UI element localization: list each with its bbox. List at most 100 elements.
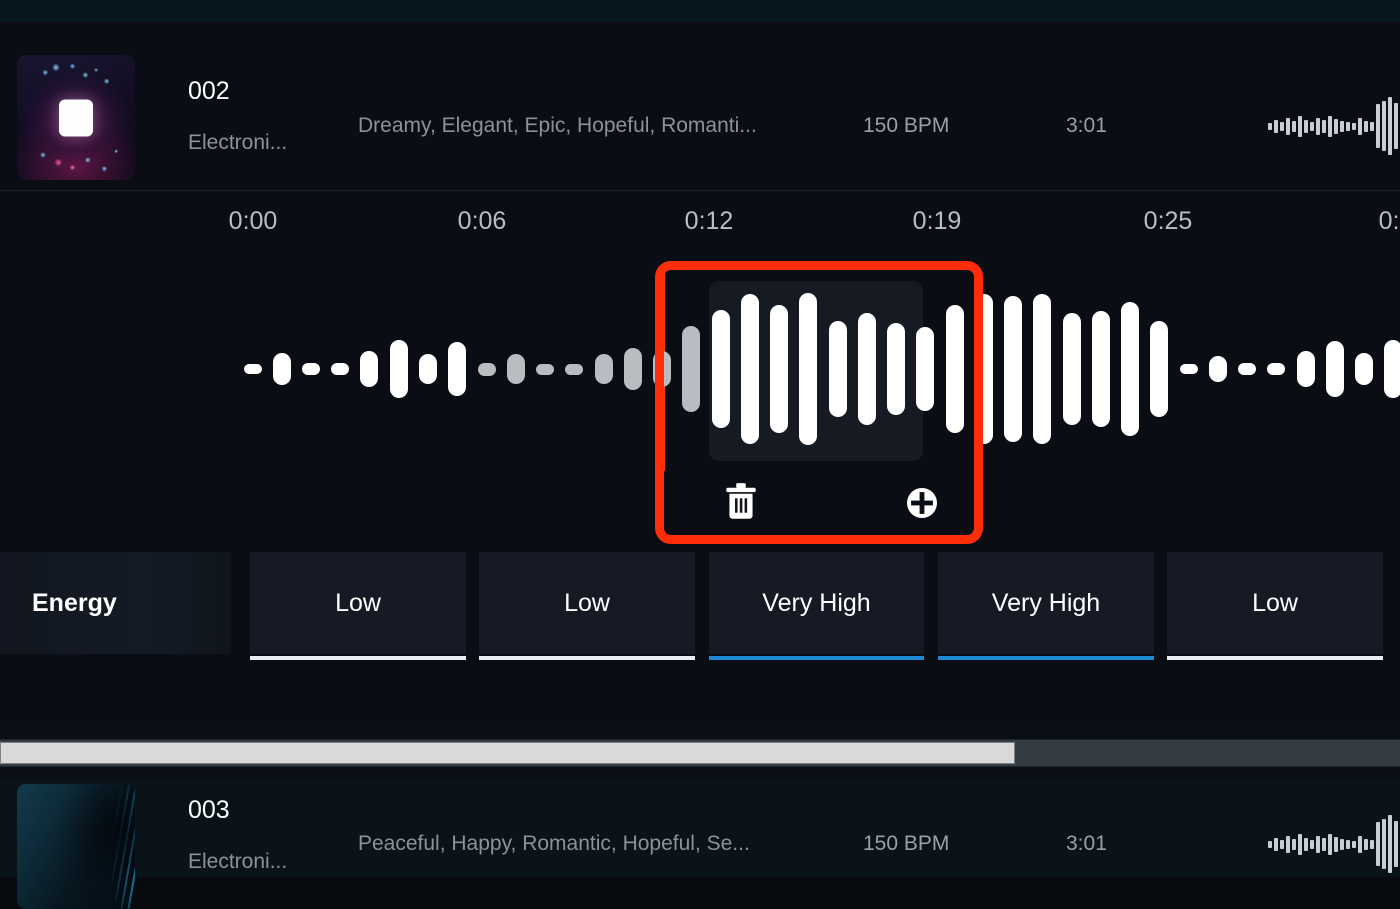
energy-cell-value: Low <box>335 588 381 617</box>
mini-waveform-bar <box>1340 120 1344 132</box>
mini-waveform-bar <box>1364 838 1368 850</box>
track-row-003[interactable]: 003 Electroni... Peaceful, Happy, Romant… <box>0 779 1400 909</box>
mini-waveform-bar <box>1346 839 1350 849</box>
waveform-bar <box>1121 302 1139 436</box>
top-strip <box>0 0 1400 22</box>
horizontal-scrollbar-track[interactable] <box>0 739 1400 767</box>
track-genre: Electroni... <box>188 131 288 154</box>
timeline-tick: 0:19 <box>912 207 962 235</box>
mini-waveform-bar <box>1328 115 1332 137</box>
timeline-tick: 0:00 <box>228 207 278 235</box>
mini-waveform-bar <box>1358 117 1362 135</box>
waveform-bar <box>1355 353 1373 385</box>
mini-waveform-bar <box>1334 118 1338 134</box>
mini-waveform-bar <box>1304 837 1308 851</box>
energy-cell[interactable]: Low <box>1167 552 1383 660</box>
waveform-bar <box>1297 351 1315 387</box>
track-moods: Peaceful, Happy, Romantic, Hopeful, Se..… <box>358 832 750 855</box>
mini-waveform-bar <box>1322 119 1326 133</box>
track-thumbnail-002[interactable] <box>17 55 135 180</box>
waveform-bar <box>1326 341 1344 397</box>
mini-waveform-bar <box>1304 119 1308 133</box>
mini-waveform-bar <box>1280 839 1284 849</box>
mini-waveform-bar <box>1370 121 1374 131</box>
mini-waveform-bar <box>1268 840 1272 848</box>
mini-waveform-bar <box>1298 115 1302 137</box>
track-row-002[interactable]: 002 Electroni... Dreamy, Elegant, Epic, … <box>0 22 1400 190</box>
delete-segment-button[interactable] <box>723 481 759 526</box>
mini-waveform-bar <box>1292 838 1296 850</box>
waveform-bar <box>302 363 320 375</box>
waveform-bar <box>478 362 496 376</box>
waveform-bar <box>1209 356 1227 382</box>
energy-cell[interactable]: Very High <box>938 552 1154 660</box>
mini-waveform-bar <box>1274 837 1278 851</box>
stop-square-icon[interactable] <box>59 99 93 136</box>
add-segment-button[interactable] <box>905 486 939 525</box>
track-bpm: 150 BPM <box>863 114 950 137</box>
energy-cell-value: Low <box>1252 588 1298 617</box>
track-duration: 3:01 <box>1066 114 1107 137</box>
mini-waveform-bar <box>1382 101 1386 151</box>
track-thumbnail-003[interactable] <box>17 784 135 909</box>
horizontal-scrollbar-thumb[interactable] <box>0 742 1015 764</box>
mini-waveform-bar <box>1322 837 1326 851</box>
mini-waveform-bar <box>1310 839 1314 849</box>
waveform-bar <box>1384 340 1400 398</box>
energy-cell-underline <box>709 656 924 660</box>
mini-waveform-bar <box>1388 97 1392 155</box>
waveform-bar <box>331 363 349 375</box>
waveform-bar <box>419 354 437 384</box>
segment-selection-box[interactable] <box>655 261 983 544</box>
energy-cell-underline <box>479 656 695 660</box>
track-bpm: 150 BPM <box>863 832 950 855</box>
waveform-bar <box>1063 313 1081 425</box>
mini-waveform-bar <box>1286 835 1290 853</box>
waveform-bar <box>390 340 408 398</box>
waveform-bar <box>1004 296 1022 442</box>
energy-row: Energy Low Low Very High Very High Low <box>0 552 1400 662</box>
mini-waveform-bar <box>1340 838 1344 850</box>
mini-waveform-bar <box>1382 819 1386 869</box>
energy-cell[interactable]: Low <box>479 552 695 660</box>
mini-waveform-bar <box>1394 103 1398 149</box>
track-mini-waveform[interactable] <box>1268 96 1400 156</box>
energy-row-label: Energy <box>0 552 231 654</box>
mini-waveform-bar <box>1286 117 1290 135</box>
timeline-tick: 0:25 <box>1143 207 1193 235</box>
energy-cell[interactable]: Low <box>250 552 466 660</box>
timeline-tick: 0:12 <box>684 207 734 235</box>
waveform-bar <box>565 363 583 375</box>
mini-waveform-bar <box>1316 835 1320 853</box>
mini-waveform-bar <box>1310 121 1314 131</box>
waveform-bar <box>595 354 613 384</box>
track-moods: Dreamy, Elegant, Epic, Hopeful, Romanti.… <box>358 114 757 137</box>
mini-waveform-bar <box>1298 833 1302 855</box>
energy-cell-value: Very High <box>762 588 871 617</box>
waveform-bar <box>1267 363 1285 375</box>
mini-waveform-bar <box>1388 815 1392 873</box>
mini-waveform-bar <box>1370 839 1374 849</box>
energy-cell-underline <box>1167 656 1383 660</box>
mini-waveform-bar <box>1268 122 1272 130</box>
waveform-bar <box>1238 363 1256 375</box>
waveform-bar <box>360 351 378 387</box>
mini-waveform-bar <box>1274 119 1278 133</box>
mini-waveform-bar <box>1352 840 1356 848</box>
energy-cell-underline <box>938 656 1154 660</box>
energy-cell[interactable]: Very High <box>709 552 924 660</box>
energy-cell-underline <box>250 656 466 660</box>
track-mini-waveform[interactable] <box>1268 814 1400 874</box>
mini-waveform-bar <box>1346 121 1350 131</box>
mini-waveform-bar <box>1316 117 1320 135</box>
mini-waveform-bar <box>1358 835 1362 853</box>
track-duration: 3:01 <box>1066 832 1107 855</box>
waveform-bar <box>244 364 262 374</box>
mini-waveform-bar <box>1376 822 1380 866</box>
waveform-bar <box>1180 364 1198 374</box>
timeline-ruler[interactable]: 0:00 0:06 0:12 0:19 0:25 0:3 <box>0 191 1400 253</box>
mini-waveform-bar <box>1376 104 1380 148</box>
timeline-tick: 0:3 <box>1378 207 1400 235</box>
energy-cell-value: Low <box>564 588 610 617</box>
waveform-bar <box>1033 294 1051 444</box>
